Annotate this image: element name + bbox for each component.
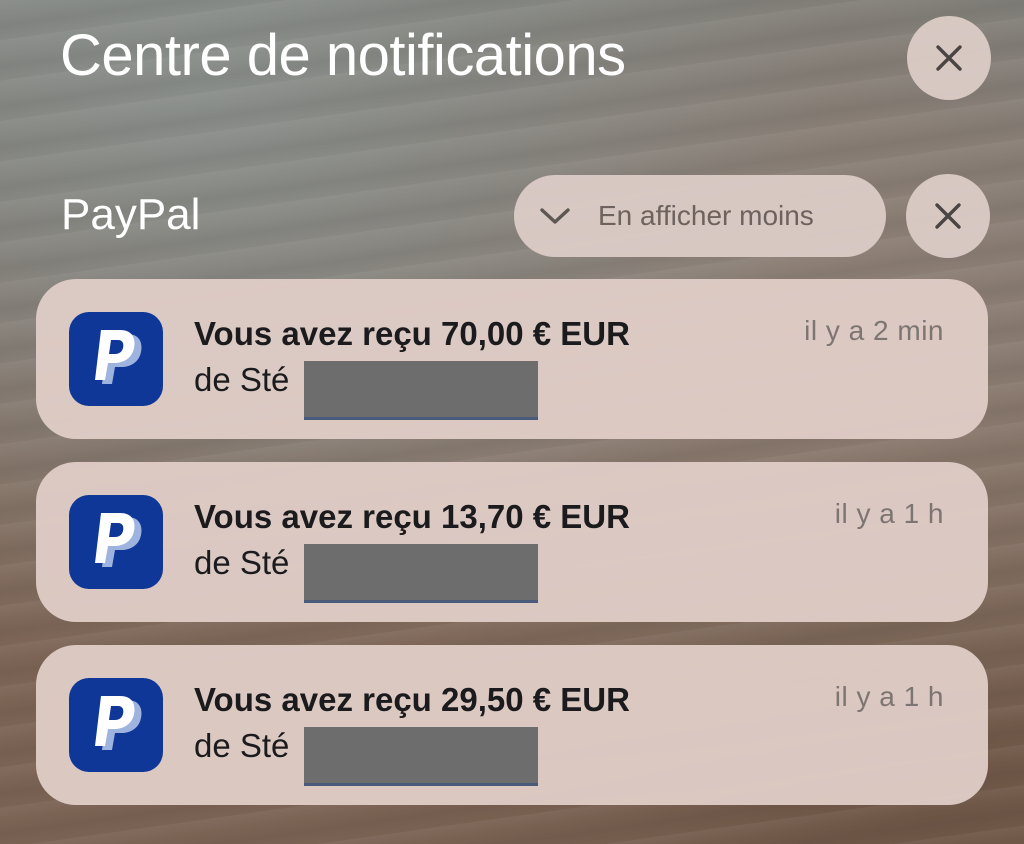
paypal-icon [69, 312, 163, 406]
paypal-icon [69, 495, 163, 589]
notification-title: Vous avez reçu 13,70 € EUR [194, 498, 630, 535]
redaction-block [304, 727, 538, 786]
show-less-button[interactable]: En afficher moins [514, 175, 886, 257]
notification-title: Vous avez reçu 70,00 € EUR [194, 315, 630, 352]
notification-time: il y a 1 h [834, 498, 944, 529]
notification-subtitle: de Sté [194, 544, 290, 581]
close-icon [936, 45, 962, 71]
show-less-label: En afficher moins [598, 200, 814, 231]
notification-card[interactable]: Vous avez reçu 70,00 € EUR de Sté il y a… [36, 279, 988, 439]
notification-title: Vous avez reçu 29,50 € EUR [194, 681, 630, 718]
paypal-icon [69, 678, 163, 772]
page-title: Centre de notifications [60, 23, 626, 88]
notification-time: il y a 2 min [804, 315, 944, 346]
notification-time: il y a 1 h [834, 681, 944, 712]
close-all-button[interactable] [907, 16, 991, 100]
redaction-block [304, 544, 538, 603]
close-icon [935, 203, 961, 229]
close-group-button[interactable] [906, 174, 990, 258]
redaction-block [304, 361, 538, 420]
chevron-down-icon [540, 208, 570, 224]
notification-subtitle: de Sté [194, 361, 290, 398]
notification-card[interactable]: Vous avez reçu 29,50 € EUR de Sté il y a… [36, 645, 988, 805]
notification-card[interactable]: Vous avez reçu 13,70 € EUR de Sté il y a… [36, 462, 988, 622]
notification-subtitle: de Sté [194, 727, 290, 764]
group-app-name: PayPal [61, 190, 201, 239]
